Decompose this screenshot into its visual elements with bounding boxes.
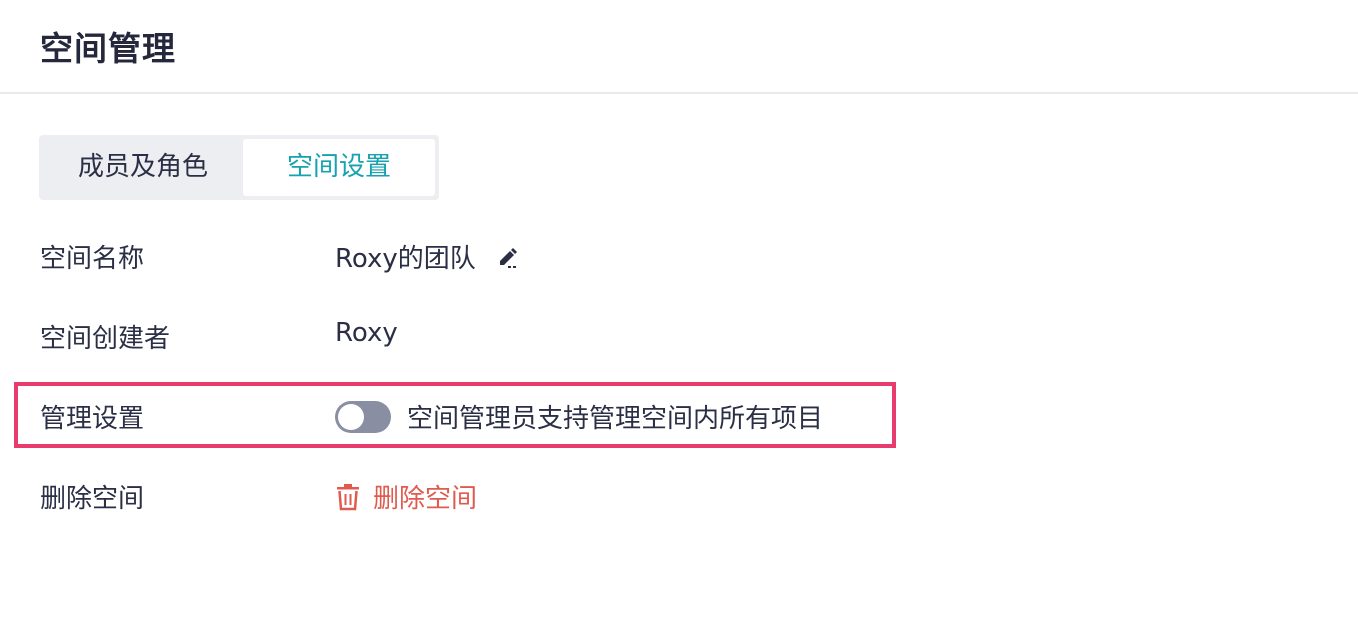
delete-space-label: 删除空间 [40,484,145,514]
admin-settings-row: 空间管理员支持管理空间内所有项目 [335,398,823,435]
admin-settings-label: 管理设置 [40,404,145,434]
delete-space-button[interactable]: 删除空间 [335,478,477,515]
tab-space-settings[interactable]: 空间设置 [243,139,435,196]
page-title: 空间管理 [40,29,176,68]
edit-icon[interactable] [494,243,522,271]
space-name-row: Roxy的团队 [335,238,522,275]
trash-icon [335,483,361,511]
delete-space-action-label: 删除空间 [373,484,478,514]
space-name-label: 空间名称 [40,244,145,274]
tab-bar: 成员及角色 空间设置 [39,135,439,200]
toggle-knob [338,403,364,430]
page-header: 空间管理 [0,0,1358,94]
creator-label: 空间创建者 [40,324,171,354]
space-name-value: Roxy的团队 [335,244,476,274]
admin-toggle-text: 空间管理员支持管理空间内所有项目 [407,404,824,434]
tab-members-and-roles[interactable]: 成员及角色 [43,139,243,196]
admin-toggle[interactable] [335,400,391,433]
creator-value: Roxy [335,318,398,348]
